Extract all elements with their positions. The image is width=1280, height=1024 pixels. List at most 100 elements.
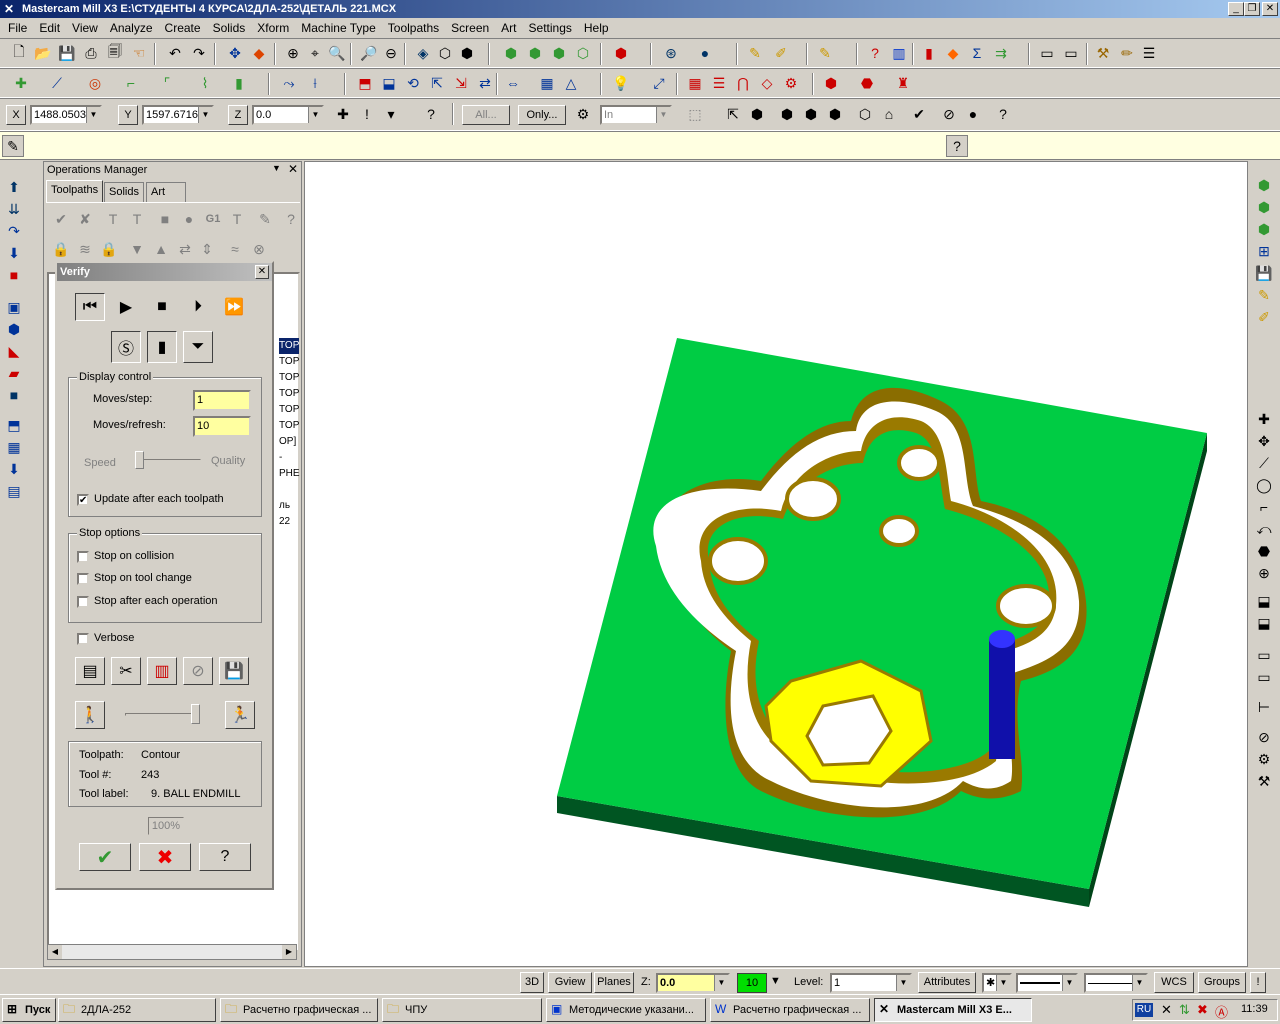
toggle-post-icon[interactable]: 🔒 [98, 238, 120, 260]
ops-row[interactable]: TOP [279, 338, 299, 354]
zoom-window-icon[interactable]: ⊕ [282, 42, 304, 64]
fillet-icon[interactable]: ⌐ [120, 72, 142, 94]
walk-icon[interactable]: 🚶 [75, 701, 105, 729]
shape-icon[interactable]: ◆ [942, 42, 964, 64]
stop-each-op-checkbox[interactable] [77, 596, 89, 608]
ops-row[interactable]: TOP [279, 370, 299, 386]
task-pdf-metod[interactable]: ▣ Методические указани... [546, 998, 706, 1022]
wireframe-icon[interactable]: ⬡ [434, 42, 456, 64]
pencil-icon[interactable]: ✎ [744, 42, 766, 64]
right-e2-icon[interactable]: ⚙ [1254, 749, 1274, 769]
menu-xform[interactable]: Xform [251, 18, 295, 38]
horizontal-scrollbar[interactable]: ◀ ▶ [47, 944, 297, 960]
verify-icon[interactable]: ♜ [892, 72, 914, 94]
analyze-icon[interactable]: ✎ [814, 42, 836, 64]
stop-tool-change-checkbox[interactable] [77, 573, 89, 585]
rotate-entity-icon[interactable]: ⟲ [402, 72, 424, 94]
right-a6-icon[interactable]: ⤺ [1254, 519, 1274, 539]
insert-arrow-icon[interactable]: ⇄ [174, 238, 196, 260]
circle-icon[interactable]: ◎ [84, 72, 106, 94]
chart-icon[interactable]: ▥ [888, 42, 910, 64]
x-coord-button[interactable]: X [6, 105, 26, 125]
z-depth-combo[interactable]: 0.0 ▼ [656, 973, 730, 993]
solid-icon[interactable]: ▮ [228, 72, 250, 94]
right-front-icon[interactable]: ⬢ [1254, 219, 1274, 239]
gview-button[interactable]: Gview [548, 972, 592, 993]
select-dirty-ops-icon[interactable]: ✘ [74, 208, 96, 230]
scroll-icon[interactable]: ⇕ [196, 238, 218, 260]
right-edit-icon[interactable]: ✐ [1254, 307, 1274, 327]
chart-stats-icon[interactable]: ▥ [147, 657, 177, 685]
ops-close-icon[interactable]: ✕ [288, 162, 298, 176]
task-folder-chpu[interactable]: 🗀 ЧПУ [382, 998, 542, 1022]
only-button[interactable]: Only... [518, 105, 566, 125]
move-by-move-icon[interactable]: Ⓢ [111, 331, 141, 363]
right-a1-icon[interactable]: ✚ [1254, 409, 1274, 429]
fast-forward-icon[interactable]: ⏩ [219, 293, 249, 321]
z-coord-input[interactable]: 0.0 ▼ [252, 105, 324, 125]
tab-art[interactable]: Art [146, 182, 186, 202]
verify-close-icon[interactable]: ✕ [255, 265, 269, 279]
right-c1-icon[interactable]: ▭ [1254, 645, 1274, 665]
ok-icon[interactable]: ✔ [79, 843, 131, 871]
right-plane-icon[interactable]: ⊞ [1254, 241, 1274, 261]
unzoom-icon[interactable]: ⊖ [380, 42, 402, 64]
scale-icon[interactable]: ⇱ [426, 72, 448, 94]
config-icon[interactable]: ▤ [75, 657, 105, 685]
right-pencil-icon[interactable]: ✎ [1254, 285, 1274, 305]
tool-check-icon[interactable]: ⊘ [183, 657, 213, 685]
select-edge-icon[interactable]: ⬢ [800, 103, 822, 125]
ops-row[interactable]: ль 22 [279, 498, 298, 530]
prompt-help-icon[interactable]: ? [946, 135, 968, 157]
spline-icon[interactable]: ⌇ [194, 72, 216, 94]
status-excl-button[interactable]: ! [1250, 972, 1266, 993]
scroll-right-icon[interactable]: ▶ [282, 945, 296, 959]
print-preview-icon[interactable]: 🗐 [104, 42, 126, 64]
select-back-icon[interactable]: ⌂ [878, 103, 900, 125]
mirror-icon[interactable]: ⬓ [378, 72, 400, 94]
graphics-viewport[interactable] [304, 161, 1248, 967]
minimize-button[interactable]: _ [1228, 2, 1244, 16]
wcs-button[interactable]: WCS [1154, 972, 1194, 993]
ops-row[interactable]: PHE [279, 466, 300, 482]
tray-app-icon[interactable]: ✕ [1161, 1002, 1172, 1018]
start-button[interactable]: ⊞ Пуск [2, 998, 56, 1022]
all-button[interactable]: All... [462, 105, 510, 125]
tab-solids[interactable]: Solids [104, 182, 144, 202]
prompt-icon[interactable]: ✎ [2, 135, 24, 157]
move-down-icon[interactable]: ▼ [126, 238, 148, 260]
moves-step-input[interactable]: 1 [193, 390, 251, 411]
help-icon[interactable]: ? [420, 103, 442, 125]
stock-model-icon[interactable]: ⬒ [4, 415, 24, 435]
help-query-icon[interactable]: ? [864, 42, 886, 64]
ops-row[interactable]: TOP [279, 418, 299, 434]
fit-icon[interactable]: ◆ [248, 42, 270, 64]
menu-analyze[interactable]: Analyze [104, 18, 159, 38]
x-coord-input[interactable]: 1488.0503 ▼ [30, 105, 102, 125]
right-e1-icon[interactable]: ⊘ [1254, 727, 1274, 747]
right-a5-icon[interactable]: ⌐ [1254, 497, 1274, 517]
surface-icon[interactable]: ▣ [4, 297, 24, 317]
right-c2-icon[interactable]: ▭ [1254, 667, 1274, 687]
scroll-left-icon[interactable]: ◀ [48, 945, 62, 959]
iso-view-icon[interactable]: ⬢ [500, 42, 522, 64]
face-icon[interactable]: ■ [4, 265, 24, 285]
point-style-combo[interactable]: ✱ ▼ [982, 973, 1012, 993]
sketch-icon[interactable]: ✐ [770, 42, 792, 64]
mill-toolpath-icon[interactable]: ⬆ [4, 177, 24, 197]
ops-menu-icon[interactable]: ▼ [272, 163, 281, 173]
menu-solids[interactable]: Solids [207, 18, 252, 38]
select-verify-icon[interactable]: ⬡ [854, 103, 876, 125]
select-all-icon[interactable]: ● [962, 103, 984, 125]
array-icon[interactable]: ▦ [536, 72, 558, 94]
fastpoint-icon[interactable]: ✚ [332, 103, 354, 125]
highfeed-icon[interactable]: T [226, 208, 248, 230]
undo-icon[interactable]: ↶ [164, 42, 186, 64]
stock-icon[interactable]: ⬢ [820, 72, 842, 94]
menu-view[interactable]: View [66, 18, 104, 38]
attr-icon[interactable]: ⚙ [780, 72, 802, 94]
verbose-checkbox[interactable] [77, 633, 89, 645]
tray-adobe-icon[interactable]: Ⓐ [1215, 1002, 1228, 1021]
single-display-icon[interactable]: ≈ [224, 238, 246, 260]
options-icon[interactable]: ☰ [1138, 42, 1160, 64]
